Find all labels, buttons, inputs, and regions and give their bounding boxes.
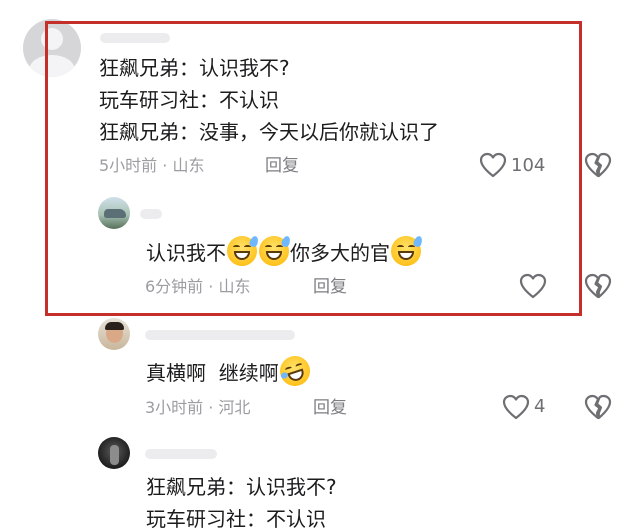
comment-time: 3小时前 bbox=[145, 398, 204, 417]
like-count: 4 bbox=[534, 396, 546, 417]
username-blurred[interactable] bbox=[145, 330, 295, 340]
comment-line: 狂飙兄弟：认识我不? bbox=[146, 475, 337, 499]
comment-text: 真横啊 继续啊 bbox=[146, 352, 314, 390]
comment-line: 玩车研习社：不认识 bbox=[146, 507, 326, 530]
broken-heart-icon[interactable] bbox=[584, 152, 612, 178]
meta-separator: · bbox=[203, 398, 219, 417]
avatar[interactable] bbox=[98, 437, 130, 469]
comment-meta: 3小时前 · 河北 bbox=[145, 398, 250, 418]
rolling-laughing-emoji bbox=[275, 352, 314, 390]
heart-icon[interactable] bbox=[502, 394, 530, 420]
avatar-figure bbox=[110, 445, 119, 465]
broken-heart-icon[interactable] bbox=[584, 394, 612, 420]
highlight-box bbox=[45, 21, 582, 316]
broken-heart-icon[interactable] bbox=[584, 273, 612, 299]
username-blurred[interactable] bbox=[145, 449, 217, 459]
avatar-hair bbox=[105, 322, 124, 330]
reply-button[interactable]: 回复 bbox=[313, 398, 347, 418]
avatar[interactable] bbox=[98, 318, 130, 350]
comment-text-part: 真横啊 继续啊 bbox=[146, 361, 279, 385]
comment-location: 河北 bbox=[218, 398, 251, 417]
